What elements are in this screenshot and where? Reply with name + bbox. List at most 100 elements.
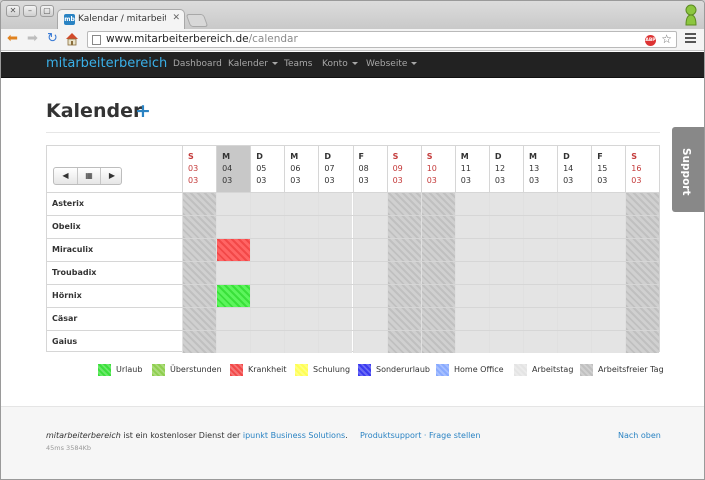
calendar-cell[interactable] (386, 193, 421, 215)
calendar-cell[interactable] (488, 193, 523, 215)
calendar-cell[interactable] (591, 239, 626, 261)
calendar-cell[interactable] (216, 216, 251, 238)
calendar-cell[interactable] (488, 285, 523, 307)
calendar-cell[interactable] (420, 331, 455, 353)
calendar-cell[interactable] (182, 239, 217, 261)
calendar-cell[interactable] (591, 285, 626, 307)
address-bar[interactable]: www.mitarbeiterbereich.de/calendar ABP ☆ (87, 31, 677, 48)
calendar-cell[interactable] (216, 193, 251, 215)
calendar-cell[interactable] (488, 331, 523, 353)
calendar-cell[interactable] (216, 308, 251, 330)
calendar-cell[interactable] (420, 216, 455, 238)
calendar-entry-cell[interactable] (216, 285, 251, 307)
calendar-cell[interactable] (182, 285, 217, 307)
support-label[interactable]: Support (680, 148, 692, 195)
calendar-cell[interactable] (216, 331, 251, 353)
calendar-cell[interactable] (352, 239, 387, 261)
nav-kalender[interactable]: Kalender (228, 59, 278, 69)
maximize-window-icon[interactable]: ▢ (40, 5, 54, 17)
calendar-cell[interactable] (557, 331, 592, 353)
calendar-cell[interactable] (386, 262, 421, 284)
calendar-cell[interactable] (523, 193, 558, 215)
profile-icon[interactable] (684, 4, 698, 26)
calendar-cell[interactable] (625, 193, 660, 215)
calendar-cell[interactable] (250, 308, 285, 330)
reload-icon[interactable]: ↻ (47, 31, 58, 47)
calendar-cell[interactable] (284, 239, 319, 261)
calendar-cell[interactable] (488, 262, 523, 284)
calendar-cell[interactable] (625, 216, 660, 238)
adblock-icon[interactable]: ABP (645, 35, 656, 46)
calendar-cell[interactable] (182, 331, 217, 353)
bookmark-star-icon[interactable]: ☆ (661, 32, 672, 46)
calendar-cell[interactable] (454, 262, 489, 284)
nav-dashboard[interactable]: Dashboard (173, 59, 222, 69)
today-button[interactable]: ▦ (77, 168, 100, 184)
calendar-cell[interactable] (216, 262, 251, 284)
calendar-cell[interactable] (284, 331, 319, 353)
calendar-cell[interactable] (625, 331, 660, 353)
close-window-icon[interactable]: ✕ (6, 5, 20, 17)
calendar-cell[interactable] (386, 216, 421, 238)
calendar-cell[interactable] (284, 262, 319, 284)
calendar-cell[interactable] (386, 308, 421, 330)
calendar-cell[interactable] (318, 193, 353, 215)
calendar-cell[interactable] (523, 308, 558, 330)
calendar-cell[interactable] (284, 216, 319, 238)
back-arrow-icon[interactable]: ⬅ (7, 31, 18, 47)
calendar-cell[interactable] (182, 193, 217, 215)
ask-question-link[interactable]: Frage stellen (429, 431, 480, 440)
calendar-cell[interactable] (625, 262, 660, 284)
calendar-cell[interactable] (250, 193, 285, 215)
calendar-cell[interactable] (318, 308, 353, 330)
product-support-link[interactable]: Produktsupport (360, 431, 421, 440)
calendar-cell[interactable] (625, 308, 660, 330)
calendar-cell[interactable] (386, 239, 421, 261)
calendar-cell[interactable] (557, 285, 592, 307)
calendar-cell[interactable] (284, 308, 319, 330)
minimize-window-icon[interactable]: – (23, 5, 37, 17)
calendar-cell[interactable] (625, 285, 660, 307)
calendar-cell[interactable] (557, 193, 592, 215)
back-to-top-link[interactable]: Nach oben (618, 431, 661, 440)
calendar-cell[interactable] (352, 285, 387, 307)
calendar-cell[interactable] (523, 331, 558, 353)
calendar-cell[interactable] (523, 216, 558, 238)
calendar-cell[interactable] (523, 285, 558, 307)
calendar-cell[interactable] (318, 216, 353, 238)
calendar-cell[interactable] (250, 262, 285, 284)
tab-close-icon[interactable]: ✕ (172, 13, 180, 23)
forward-arrow-icon[interactable]: ➡ (27, 31, 38, 47)
calendar-cell[interactable] (352, 262, 387, 284)
calendar-cell[interactable] (591, 216, 626, 238)
calendar-cell[interactable] (284, 193, 319, 215)
calendar-cell[interactable] (182, 262, 217, 284)
calendar-cell[interactable] (182, 308, 217, 330)
calendar-cell[interactable] (591, 308, 626, 330)
calendar-cell[interactable] (591, 262, 626, 284)
calendar-cell[interactable] (591, 331, 626, 353)
calendar-cell[interactable] (625, 239, 660, 261)
nav-webseite[interactable]: Webseite (366, 59, 418, 69)
calendar-cell[interactable] (250, 216, 285, 238)
prev-week-button[interactable]: ◀ (54, 168, 77, 184)
calendar-cell[interactable] (488, 239, 523, 261)
calendar-cell[interactable] (454, 239, 489, 261)
calendar-cell[interactable] (523, 262, 558, 284)
calendar-cell[interactable] (352, 331, 387, 353)
calendar-cell[interactable] (420, 239, 455, 261)
nav-teams[interactable]: Teams (284, 59, 312, 69)
calendar-cell[interactable] (318, 285, 353, 307)
calendar-cell[interactable] (284, 285, 319, 307)
calendar-cell[interactable] (557, 216, 592, 238)
calendar-cell[interactable] (420, 193, 455, 215)
calendar-cell[interactable] (318, 331, 353, 353)
calendar-cell[interactable] (454, 308, 489, 330)
calendar-cell[interactable] (488, 308, 523, 330)
calendar-cell[interactable] (523, 239, 558, 261)
calendar-cell[interactable] (250, 285, 285, 307)
calendar-cell[interactable] (557, 308, 592, 330)
calendar-cell[interactable] (557, 239, 592, 261)
next-week-button[interactable]: ▶ (100, 168, 123, 184)
calendar-cell[interactable] (420, 308, 455, 330)
